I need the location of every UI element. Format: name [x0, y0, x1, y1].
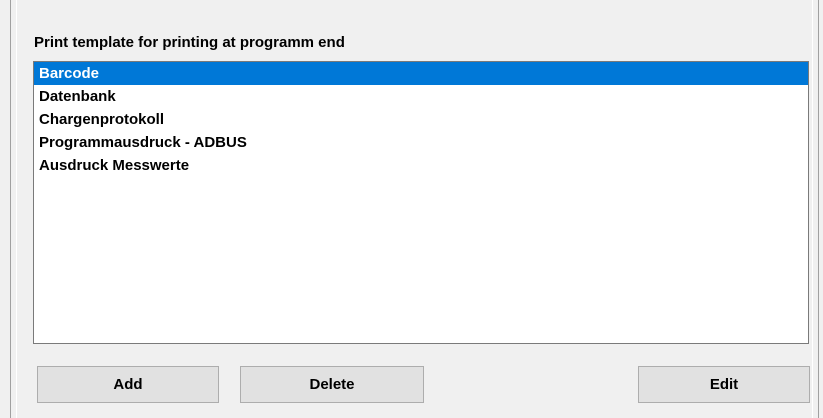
template-listbox[interactable]: Barcode Datenbank Chargenprotokoll Progr…: [33, 61, 809, 344]
group-title: Print template for printing at programm …: [34, 34, 345, 51]
list-item[interactable]: Datenbank: [34, 85, 808, 108]
edit-button[interactable]: Edit: [638, 366, 810, 403]
list-item[interactable]: Ausdruck Messwerte: [34, 154, 808, 177]
list-item[interactable]: Programmausdruck - ADBUS: [34, 131, 808, 154]
delete-button[interactable]: Delete: [240, 366, 424, 403]
add-button[interactable]: Add: [37, 366, 219, 403]
list-item[interactable]: Barcode: [34, 62, 808, 85]
list-item[interactable]: Chargenprotokoll: [34, 108, 808, 131]
